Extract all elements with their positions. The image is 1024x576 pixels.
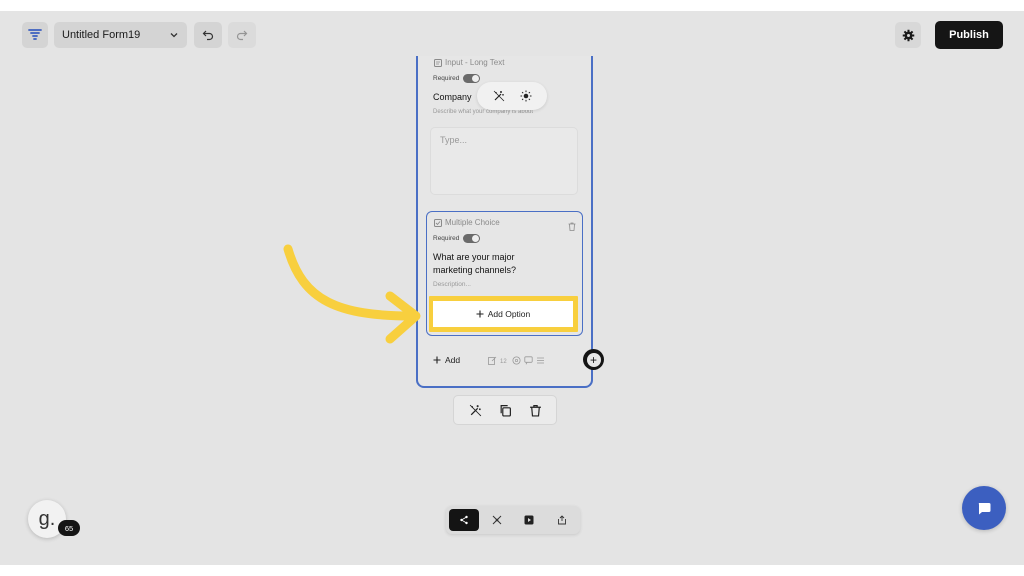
list-field-icon[interactable] <box>536 356 545 365</box>
checkbox-icon <box>434 218 442 227</box>
add-option-button[interactable]: Add Option <box>433 301 573 327</box>
card-actions-toolbar <box>453 395 557 425</box>
question-title[interactable]: Company <box>433 92 472 102</box>
tab-logic[interactable] <box>482 509 512 531</box>
magic-wand-icon[interactable] <box>493 90 505 102</box>
floating-toolbar <box>477 82 547 110</box>
tab-preview[interactable] <box>514 509 544 531</box>
required-toggle[interactable] <box>463 74 481 83</box>
notification-badge: 65 <box>58 520 80 536</box>
share-icon <box>460 515 468 525</box>
question-type-label: Multiple Choice <box>434 218 500 227</box>
sun-icon[interactable] <box>520 90 532 102</box>
app-canvas: Untitled Form19 Publish Input - Long Tex… <box>0 11 1024 565</box>
long-text-icon <box>434 58 442 67</box>
tab-share[interactable] <box>449 509 480 531</box>
publish-button[interactable]: Publish <box>935 21 1003 49</box>
trash-icon[interactable] <box>529 404 542 417</box>
choice-field-icon[interactable] <box>524 355 533 365</box>
question-type-label: Input - Long Text <box>434 58 504 67</box>
long-text-placeholder: Type... <box>440 135 468 145</box>
pointer-arrow-icon <box>283 244 421 344</box>
bottom-toolbar <box>446 506 580 534</box>
chevron-down-icon <box>170 33 178 38</box>
tab-export[interactable] <box>547 509 577 531</box>
svg-text:12: 12 <box>500 359 507 365</box>
required-row: Required <box>433 74 481 83</box>
quick-add-icons: 12 <box>488 355 545 365</box>
chat-icon <box>978 503 991 515</box>
logic-icon <box>492 515 502 525</box>
chat-button[interactable] <box>962 486 1006 530</box>
delete-question-button[interactable] <box>568 218 576 236</box>
required-toggle[interactable] <box>463 234 481 243</box>
question-description[interactable]: Description... <box>433 281 471 288</box>
undo-icon <box>202 30 214 41</box>
redo-button[interactable] <box>228 22 256 48</box>
logo-icon <box>28 29 42 40</box>
play-icon <box>524 515 534 525</box>
trash-icon <box>568 222 576 231</box>
plus-icon <box>433 356 441 364</box>
required-label: Required <box>433 235 460 242</box>
add-field-row: Add 12 <box>426 348 548 372</box>
gear-icon <box>902 29 914 41</box>
magic-wand-icon[interactable] <box>469 404 482 417</box>
edit-field-icon[interactable] <box>488 356 497 365</box>
required-row: Required <box>433 234 481 243</box>
add-field-button[interactable]: Add <box>433 355 460 365</box>
add-label: Add <box>445 355 461 365</box>
redo-icon <box>236 30 248 41</box>
number-field-icon[interactable]: 12 <box>500 356 509 365</box>
question-title[interactable]: What are your major marketing channels? <box>433 251 543 277</box>
add-option-label: Add Option <box>487 309 531 319</box>
email-field-icon[interactable] <box>512 356 521 365</box>
plus-icon: + <box>586 352 601 367</box>
app-logo-button[interactable] <box>22 22 48 48</box>
required-label: Required <box>433 75 460 82</box>
long-text-input[interactable]: Type... <box>430 127 578 195</box>
plus-icon <box>476 310 484 318</box>
copy-icon[interactable] <box>499 404 512 417</box>
add-block-button[interactable]: + <box>583 349 604 370</box>
export-icon <box>557 515 566 525</box>
settings-button[interactable] <box>895 22 921 48</box>
form-name-label: Untitled Form19 <box>62 29 141 41</box>
undo-button[interactable] <box>194 22 222 48</box>
form-name-select[interactable]: Untitled Form19 <box>54 22 187 48</box>
